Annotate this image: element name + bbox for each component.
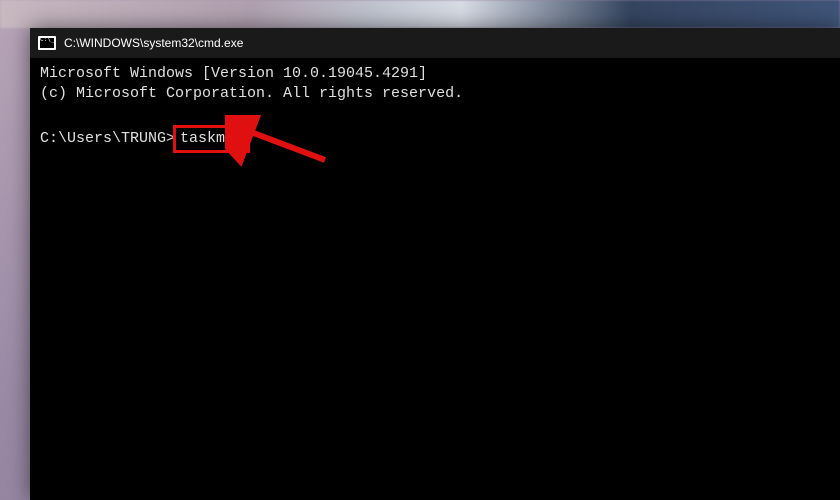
terminal-line-version: Microsoft Windows [Version 10.0.19045.42… — [40, 64, 830, 84]
prompt-line: C:\Users\TRUNG> taskmgr — [40, 125, 830, 153]
command-text: taskmgr — [180, 130, 243, 147]
command-input-highlight: taskmgr — [173, 125, 250, 153]
cmd-window[interactable]: C:\WINDOWS\system32\cmd.exe Microsoft Wi… — [30, 28, 840, 500]
terminal-content[interactable]: Microsoft Windows [Version 10.0.19045.42… — [30, 58, 840, 159]
prompt-path: C:\Users\TRUNG> — [40, 129, 175, 149]
cmd-icon — [38, 36, 56, 50]
title-bar[interactable]: C:\WINDOWS\system32\cmd.exe — [30, 28, 840, 58]
terminal-line-copyright: (c) Microsoft Corporation. All rights re… — [40, 84, 830, 104]
window-title: C:\WINDOWS\system32\cmd.exe — [64, 36, 243, 50]
desktop-background-blur — [0, 0, 840, 28]
